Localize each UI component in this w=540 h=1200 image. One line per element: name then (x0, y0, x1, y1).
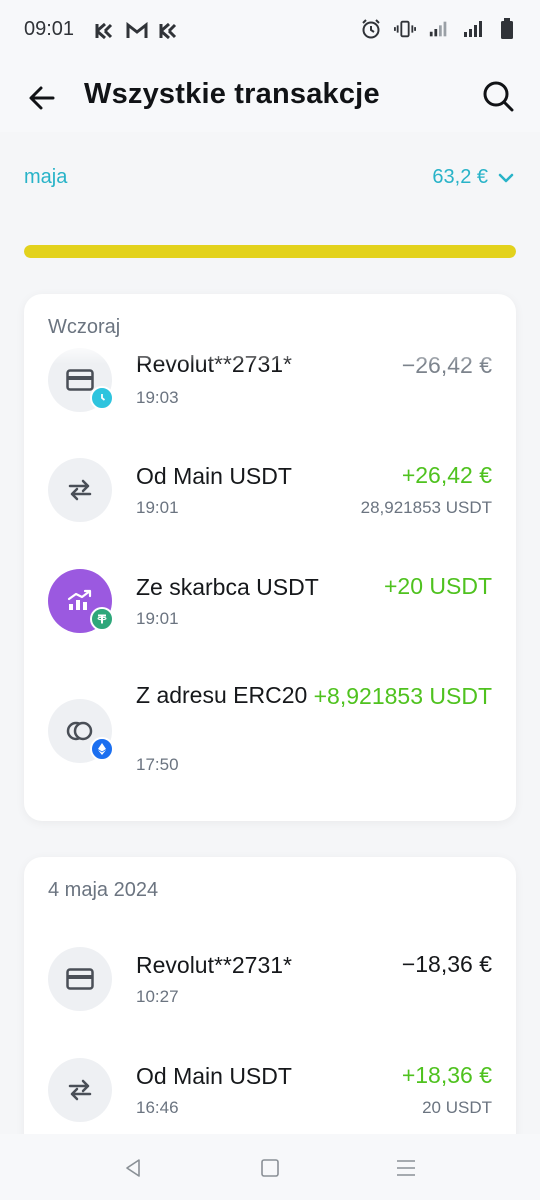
transaction-time: 10:27 (136, 987, 179, 1006)
transaction-sub-amount: 28,921853 USDT (360, 498, 492, 517)
kuna-icon (94, 20, 116, 42)
transaction-avatar (48, 947, 112, 1011)
section-date-header: 4 maja 2024 (48, 879, 159, 901)
transaction-row[interactable]: Revolut**2731* 10:27 −18,36 € (24, 947, 516, 1047)
transaction-amount: −18,36 € (401, 951, 492, 977)
transaction-time: 19:03 (136, 388, 179, 407)
ethereum-icon (90, 737, 114, 761)
card-icon (66, 369, 94, 391)
transaction-title: Z adresu ERC20 (136, 682, 308, 708)
coins-icon (66, 721, 93, 741)
transaction-title: Od Main USDT (136, 1063, 292, 1089)
transaction-title: Ze skarbca USDT (136, 574, 319, 600)
search-icon (483, 81, 514, 112)
back-button[interactable] (22, 78, 62, 118)
transactions-card-yesterday: Wczoraj Revolut**2731* 19:03 −26,42 € Od… (24, 294, 516, 821)
nav-home-button[interactable] (255, 1154, 285, 1182)
status-bar: 09:01 (0, 0, 540, 60)
transaction-amount: +8,921853 USDT (313, 683, 492, 709)
system-nav-bar (0, 1134, 540, 1200)
signal-icon (462, 18, 484, 40)
transaction-amount: +18,36 € (401, 1062, 492, 1088)
transaction-time: 19:01 (136, 498, 179, 517)
transfer-arrows-icon (68, 479, 92, 501)
budget-progress-fill (24, 245, 516, 258)
tether-icon (90, 607, 114, 631)
transaction-row[interactable]: Od Main USDT 19:01 +26,42 € 28,921853 US… (24, 458, 516, 558)
notification-icons (94, 20, 180, 42)
transaction-avatar (48, 1058, 112, 1122)
transaction-time: 16:46 (136, 1098, 179, 1117)
chevron-down-icon (498, 173, 514, 183)
kuna-icon (158, 20, 180, 42)
home-square-icon (261, 1159, 279, 1177)
card-icon (66, 968, 94, 990)
clock-icon (90, 386, 114, 410)
gmail-icon (126, 20, 148, 42)
signal-lte-icon (428, 18, 450, 40)
battery-icon (496, 18, 518, 40)
transaction-amount: +26,42 € (401, 462, 492, 488)
status-time: 09:01 (24, 18, 75, 40)
page-title: Wszystkie transakcje (84, 78, 380, 110)
transaction-amount: +20 USDT (383, 573, 492, 599)
vault-growth-icon (67, 589, 92, 610)
arrow-left-icon (29, 86, 55, 110)
search-button[interactable] (478, 76, 518, 116)
transaction-time: 17:50 (136, 755, 179, 774)
alarm-icon (360, 18, 382, 40)
transaction-title: Revolut**2731* (136, 952, 293, 978)
scroll-fade (24, 342, 516, 364)
transaction-row[interactable]: Ze skarbca USDT 19:01 +20 USDT (24, 569, 516, 669)
transaction-title: Od Main USDT (136, 463, 292, 489)
app-header: Wszystkie transakcje (0, 60, 540, 132)
transactions-card-may-4: 4 maja 2024 Revolut**2731* 10:27 −18,36 … (24, 857, 516, 1157)
budget-amount: 63,2 € (432, 166, 488, 188)
transfer-arrows-icon (68, 1079, 92, 1101)
transaction-time: 19:01 (136, 609, 179, 628)
transaction-sub-amount: 20 USDT (422, 1098, 492, 1117)
budget-progress-bar (24, 245, 516, 258)
budget-selector[interactable]: maja 63,2 € (0, 150, 540, 206)
nav-recents-button[interactable] (391, 1154, 421, 1182)
section-date-header: Wczoraj (48, 316, 121, 338)
menu-lines-icon (397, 1160, 415, 1176)
transaction-row[interactable]: Z adresu ERC20 17:50 +8,921853 USDT (24, 679, 516, 789)
back-triangle-icon (126, 1159, 140, 1177)
nav-back-button[interactable] (118, 1154, 148, 1182)
transaction-avatar (48, 458, 112, 522)
budget-name: maja (24, 166, 68, 188)
system-icons (360, 18, 518, 40)
vibrate-icon (394, 18, 416, 40)
